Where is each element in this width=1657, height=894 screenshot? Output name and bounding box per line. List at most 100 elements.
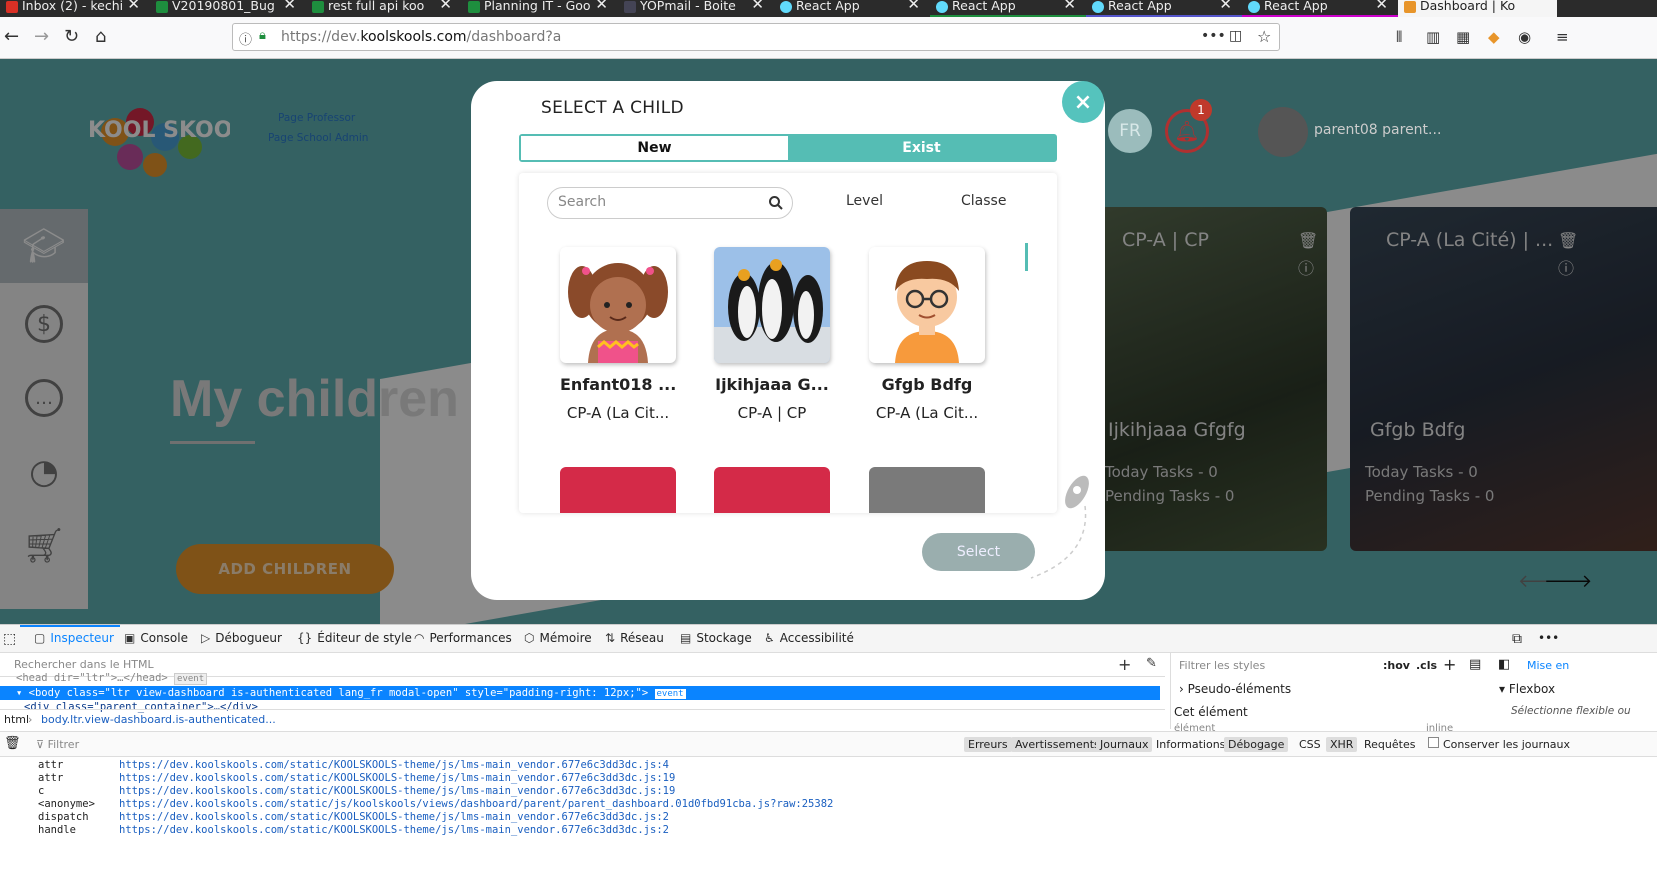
dom-node-head[interactable]: <head dir="ltr">…</head> event — [0, 671, 208, 685]
browser-tab[interactable]: YOPmail - Boite ✕ — [618, 0, 774, 17]
tab-debogueur[interactable]: ▷ Débogueur — [201, 631, 282, 645]
close-tab-icon[interactable]: ✕ — [907, 0, 920, 12]
forward-icon[interactable]: → — [34, 26, 49, 48]
filter-css[interactable]: CSS — [1295, 737, 1325, 752]
url-bar[interactable]: ⓘ 🔒︎ https://dev.koolskools.com/dashboar… — [232, 23, 1280, 51]
filter-warnings[interactable]: Avertissements — [1011, 737, 1104, 752]
child-option[interactable]: Gfgb Bdfg CP-A (La Cit... — [869, 247, 985, 422]
breadcrumb-item[interactable]: body.ltr.view-dashboard.is-authenticated… — [41, 713, 276, 726]
breadcrumb-root[interactable]: html — [4, 713, 29, 726]
eyedropper-icon[interactable]: ✎ — [1146, 656, 1157, 671]
search-icon[interactable] — [768, 195, 784, 211]
close-tab-icon[interactable]: ✕ — [1375, 0, 1388, 12]
browser-tab[interactable]: React App ✕ — [1242, 0, 1398, 17]
react-icon — [936, 1, 948, 13]
filter-info[interactable]: Informations — [1152, 737, 1229, 752]
filter-requests[interactable]: Requêtes — [1360, 737, 1419, 752]
toggle-new[interactable]: New — [521, 136, 788, 160]
browser-tab[interactable]: React App ✕ — [774, 0, 930, 17]
browser-tab-active[interactable]: Dashboard | Ko — [1398, 0, 1557, 17]
child-option-partial[interactable] — [869, 467, 985, 513]
extensions-icon[interactable]: ▦ — [1456, 26, 1470, 48]
html-search-input[interactable]: Rechercher dans le HTML — [14, 658, 154, 671]
pseudo-elements-toggle[interactable]: › Pseudo-éléments — [1179, 682, 1291, 696]
more-options-icon[interactable]: ••• — [1538, 631, 1559, 645]
reload-icon[interactable]: ↻ — [64, 26, 79, 48]
filter-debug[interactable]: Débogage — [1224, 737, 1289, 752]
bookmark-star-icon[interactable]: ☆ — [1257, 27, 1271, 46]
child-option[interactable]: Ijkihjaaa G... CP-A | CP — [714, 247, 830, 422]
browser-tab[interactable]: rest full api koo ✕ — [306, 0, 462, 17]
tab-editeur-style[interactable]: {} Éditeur de style — [297, 631, 412, 645]
close-tab-icon[interactable]: ✕ — [1219, 0, 1232, 12]
browser-tab[interactable]: Planning IT - Goo ✕ — [462, 0, 618, 17]
toggle-layout-icon[interactable]: ◧ — [1498, 657, 1510, 672]
tab-performances[interactable]: ◠ Performances — [414, 631, 512, 645]
close-tab-icon[interactable]: ✕ — [595, 0, 608, 12]
home-icon[interactable]: ⌂ — [95, 26, 106, 48]
hov-toggle[interactable]: :hov — [1383, 659, 1410, 672]
close-tab-icon[interactable]: ✕ — [751, 0, 764, 12]
close-tab-icon[interactable]: ✕ — [1063, 0, 1076, 12]
event-badge[interactable]: event — [654, 689, 686, 699]
filter-errors[interactable]: Erreurs — [964, 737, 1012, 752]
url-text[interactable]: https://dev.koolskools.com/dashboard?a — [281, 29, 561, 45]
tab-reseau[interactable]: ⇅ Réseau — [605, 631, 664, 645]
browser-tab[interactable]: Inbox (2) - kechi ✕ — [0, 0, 150, 17]
styles-pane: Filtrer les styles :hov .cls + ▤ ◧ Mise … — [1170, 653, 1657, 734]
extension-icon[interactable]: ◆ — [1488, 26, 1500, 48]
close-modal-icon[interactable]: × — [1062, 81, 1104, 123]
clear-console-icon[interactable]: 🗑︎ — [4, 736, 21, 751]
page-actions-icon[interactable]: ••• — [1201, 28, 1226, 44]
user-name-menu[interactable]: parent08 parent... — [1314, 122, 1441, 138]
pocket-icon[interactable]: ◫ — [1229, 28, 1242, 44]
sidebar-toggle-icon[interactable]: ▥ — [1426, 26, 1440, 48]
layout-tab[interactable]: Mise en — [1527, 659, 1569, 672]
filter-xhr[interactable]: XHR — [1326, 737, 1358, 752]
select-button[interactable]: Select — [922, 533, 1035, 571]
toggle-exist[interactable]: Exist — [788, 136, 1055, 160]
dock-icon[interactable]: ⧉ — [1512, 631, 1522, 647]
browser-tab[interactable]: React App ✕ — [1086, 0, 1242, 17]
close-tab-icon[interactable]: ✕ — [439, 0, 452, 12]
memory-icon: ⬡ — [524, 631, 535, 645]
browser-tab[interactable]: React App ✕ — [930, 0, 1086, 17]
persist-logs-checkbox[interactable] — [1428, 737, 1439, 748]
print-media-icon[interactable]: ▤ — [1469, 657, 1481, 672]
menu-icon[interactable]: ≡ — [1556, 26, 1569, 48]
add-rule-icon[interactable]: + — [1443, 655, 1456, 674]
account-icon[interactable]: ◉ — [1518, 26, 1531, 48]
library-icon[interactable]: ⫴ — [1396, 26, 1402, 48]
tab-console[interactable]: ▣ Console — [124, 631, 188, 645]
back-icon[interactable]: ← — [4, 26, 19, 48]
console-filter-input[interactable]: ⊽ Filtrer — [36, 738, 79, 751]
pick-element-icon[interactable]: ⬚ — [3, 631, 16, 647]
styles-filter-input[interactable]: Filtrer les styles — [1179, 659, 1265, 672]
child-option[interactable]: Enfant018 ... CP-A (La Cit... — [560, 247, 676, 422]
cls-toggle[interactable]: .cls — [1416, 659, 1437, 672]
child-option-partial[interactable] — [714, 467, 830, 513]
close-tab-icon[interactable]: ✕ — [283, 0, 296, 12]
filter-logs[interactable]: Journaux — [1096, 737, 1153, 752]
scrollbar-thumb[interactable] — [1025, 243, 1028, 271]
search-input[interactable] — [558, 194, 758, 210]
dom-node-body-selected[interactable]: ▾ <body class="ltr view-dashboard is-aut… — [0, 686, 1160, 700]
avatar[interactable] — [1258, 107, 1308, 157]
event-badge[interactable]: event — [174, 673, 208, 685]
level-filter[interactable]: Level — [846, 193, 883, 209]
tab-stockage[interactable]: ▤ Stockage — [680, 631, 752, 645]
browser-tab[interactable]: V20190801_Bug ✕ — [150, 0, 306, 17]
console-toolbar: 🗑︎ ⊽ Filtrer Erreurs Avertissements Jour… — [0, 731, 1657, 757]
tab-memoire[interactable]: ⬡ Mémoire — [524, 631, 592, 645]
add-node-icon[interactable]: + — [1118, 655, 1131, 674]
child-option-partial[interactable] — [560, 467, 676, 513]
yopmail-icon — [624, 1, 636, 13]
tab-accessibilite[interactable]: ♿︎ Accessibilité — [764, 631, 854, 645]
flexbox-toggle[interactable]: ▾ Flexbox — [1499, 682, 1555, 696]
info-icon[interactable]: ⓘ — [239, 29, 252, 48]
accessibility-icon: ♿︎ — [764, 631, 775, 645]
tab-inspecteur[interactable]: ▢ Inspecteur — [20, 625, 120, 645]
language-selector[interactable]: FR — [1108, 109, 1152, 153]
classe-filter[interactable]: Classe — [961, 193, 1006, 209]
close-tab-icon[interactable]: ✕ — [127, 0, 140, 12]
